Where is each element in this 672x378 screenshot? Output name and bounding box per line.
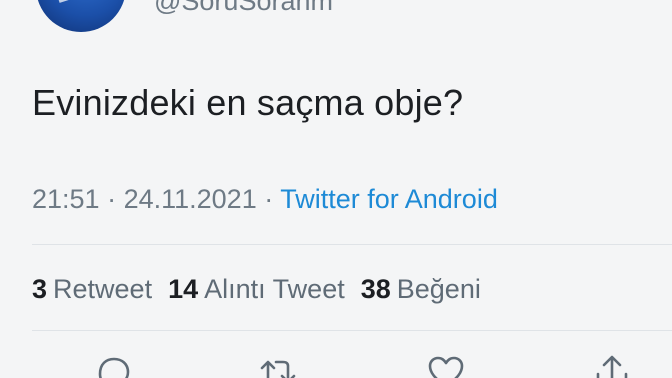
like-count[interactable]: 38 Beğeni bbox=[361, 274, 481, 305]
like-button[interactable] bbox=[424, 352, 468, 378]
divider bbox=[32, 330, 672, 331]
meta-separator: · bbox=[99, 184, 124, 214]
tweet-detail-screen: @SoruSoranm Evinizdeki en saçma obje? 21… bbox=[0, 0, 672, 378]
avatar-image-detail bbox=[55, 0, 117, 3]
retweet-icon bbox=[260, 360, 296, 378]
retweet-count[interactable]: 3 Retweet bbox=[32, 274, 152, 305]
share-icon bbox=[596, 355, 628, 378]
tweet-meta: 21:51 · 24.11.2021 · Twitter for Android bbox=[32, 184, 498, 215]
reply-button[interactable] bbox=[92, 352, 136, 378]
tweet-actions bbox=[0, 352, 672, 378]
retweet-count-value: 3 bbox=[32, 274, 48, 304]
heart-icon bbox=[428, 356, 464, 378]
reply-icon bbox=[98, 357, 130, 378]
tweet-source-link[interactable]: Twitter for Android bbox=[280, 184, 498, 214]
retweet-button[interactable] bbox=[256, 352, 300, 378]
like-count-value: 38 bbox=[360, 274, 391, 304]
quote-tweet-count-value: 14 bbox=[168, 274, 199, 304]
tweet-text: Evinizdeki en saçma obje? bbox=[32, 82, 464, 123]
avatar[interactable] bbox=[36, 0, 126, 32]
retweet-count-label: Retweet bbox=[53, 274, 153, 304]
quote-tweet-count-label: Alıntı Tweet bbox=[204, 274, 345, 304]
tweet-date: 24.11.2021 bbox=[123, 184, 257, 214]
like-count-label: Beğeni bbox=[396, 274, 481, 304]
tweet-time: 21:51 bbox=[32, 184, 100, 214]
tweet-stats: 3 Retweet 14 Alıntı Tweet 38 Beğeni bbox=[32, 274, 481, 305]
share-button[interactable] bbox=[590, 352, 634, 378]
author-handle[interactable]: @SoruSoranm bbox=[154, 0, 333, 17]
meta-separator-2: · bbox=[256, 184, 281, 214]
divider bbox=[32, 244, 672, 245]
quote-tweet-count[interactable]: 14 Alıntı Tweet bbox=[168, 274, 345, 305]
